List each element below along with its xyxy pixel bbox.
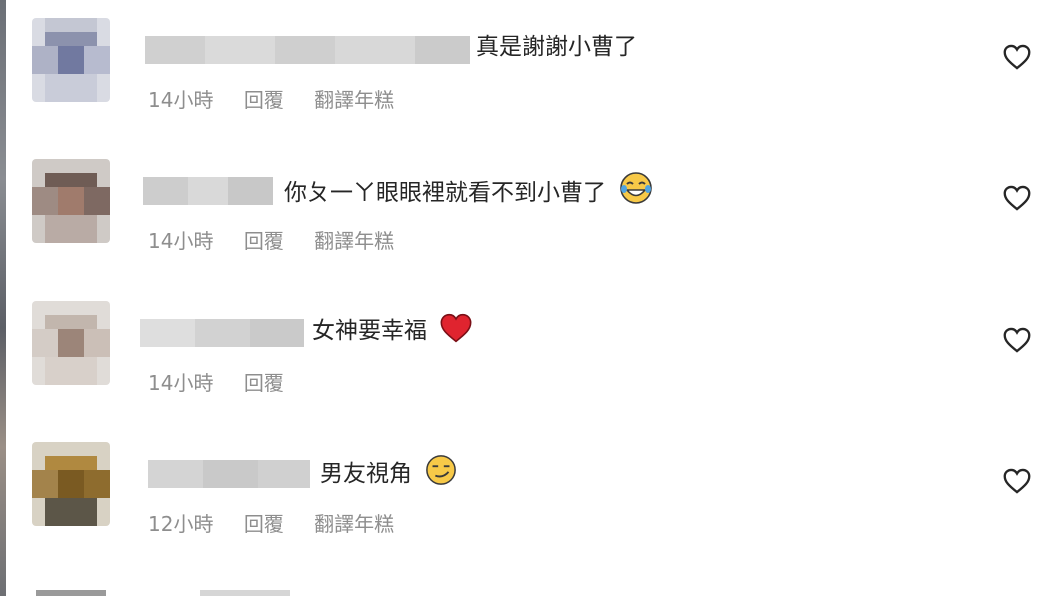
reply-button[interactable]: 回覆 bbox=[244, 229, 284, 253]
heart-outline-icon[interactable] bbox=[1003, 327, 1031, 353]
avatar[interactable] bbox=[36, 590, 106, 596]
heart-outline-icon[interactable] bbox=[1003, 185, 1031, 211]
translate-button[interactable]: 翻譯年糕 bbox=[314, 512, 394, 536]
comment-time: 12小時 bbox=[148, 512, 214, 536]
comment-item: 女神要幸福 14小時 回覆 bbox=[0, 283, 1060, 425]
comment-text-content: 真是謝謝小曹了 bbox=[476, 34, 637, 60]
comment-text-content: 女神要幸福 bbox=[312, 318, 427, 344]
comment-meta: 14小時 回覆 翻譯年糕 bbox=[148, 225, 418, 254]
comment-text: 真是謝謝小曹了 bbox=[476, 30, 637, 64]
tears-of-joy-emoji bbox=[620, 172, 653, 204]
username-blurred[interactable] bbox=[143, 177, 273, 205]
comment-item: 你ㄆ一ㄚ眼眼裡就看不到小曹了 14小時 回覆 翻譯年糕 bbox=[0, 141, 1060, 283]
avatar[interactable] bbox=[32, 18, 110, 102]
comment-meta: 12小時 回覆 翻譯年糕 bbox=[148, 508, 418, 537]
comment-meta: 14小時 回覆 翻譯年糕 bbox=[148, 84, 418, 113]
avatar[interactable] bbox=[32, 159, 110, 243]
comment-text: 你ㄆ一ㄚ眼眼裡就看不到小曹了 bbox=[284, 171, 653, 210]
reply-button[interactable]: 回覆 bbox=[244, 371, 284, 395]
translate-button[interactable]: 翻譯年糕 bbox=[314, 229, 394, 253]
comment-time: 14小時 bbox=[148, 229, 214, 253]
comment-item: 真是謝謝小曹了 14小時 回覆 翻譯年糕 bbox=[0, 0, 1060, 142]
smirk-emoji bbox=[426, 455, 457, 485]
username-blurred[interactable] bbox=[140, 319, 304, 347]
username-blurred[interactable] bbox=[145, 36, 470, 64]
comment-time: 14小時 bbox=[148, 88, 214, 112]
heart-outline-icon[interactable] bbox=[1003, 468, 1031, 494]
comment-text: 女神要幸福 bbox=[312, 313, 472, 348]
username-blurred[interactable] bbox=[200, 590, 290, 596]
red-heart-emoji bbox=[440, 313, 472, 343]
comment-item: 男友視角 12小時 回覆 翻譯年糕 bbox=[0, 424, 1060, 566]
reply-button[interactable]: 回覆 bbox=[244, 512, 284, 536]
comment-time: 14小時 bbox=[148, 371, 214, 395]
reply-button[interactable]: 回覆 bbox=[244, 88, 284, 112]
avatar[interactable] bbox=[32, 301, 110, 385]
avatar[interactable] bbox=[32, 442, 110, 526]
comment-meta: 14小時 回覆 bbox=[148, 367, 308, 396]
heart-outline-icon[interactable] bbox=[1003, 44, 1031, 70]
translate-button[interactable]: 翻譯年糕 bbox=[314, 88, 394, 112]
username-blurred[interactable] bbox=[148, 460, 310, 488]
comment-text: 男友視角 bbox=[320, 454, 457, 491]
comment-text-content: 你ㄆ一ㄚ眼眼裡就看不到小曹了 bbox=[284, 180, 606, 206]
comment-text-content: 男友視角 bbox=[320, 461, 412, 487]
